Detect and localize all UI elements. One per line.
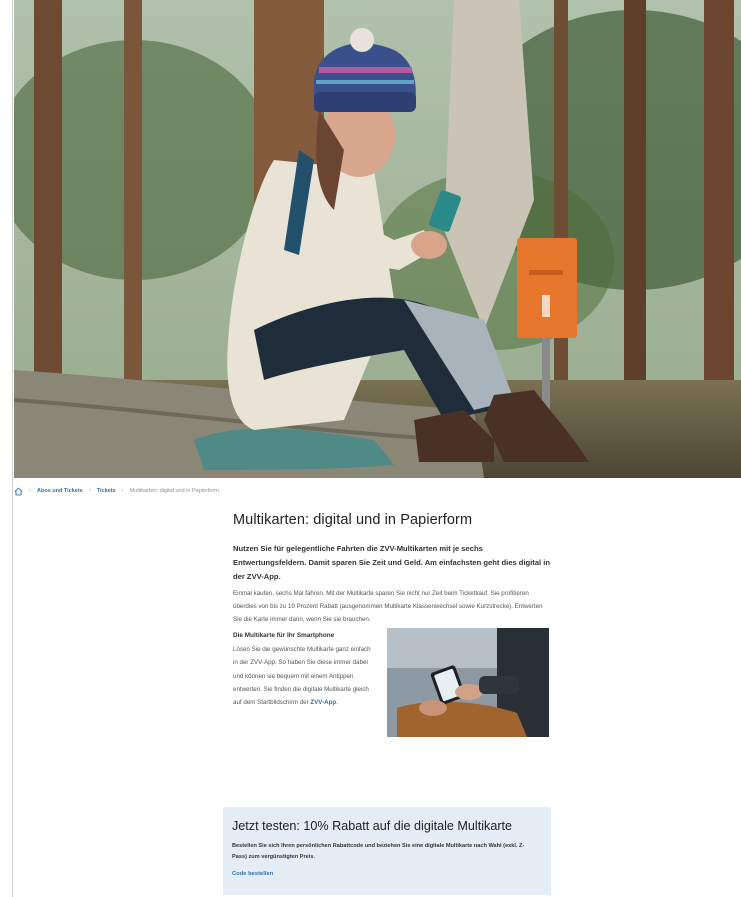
page-title: Multikarten: digital und in Papierform xyxy=(233,512,473,528)
breadcrumb: › Abos und Tickets › Tickets › Multikart… xyxy=(14,484,219,498)
smartphone-photo xyxy=(387,628,549,738)
promo-text: Bestellen Sie sich Ihren persönlichen Ra… xyxy=(232,843,525,860)
breadcrumb-separator: › xyxy=(121,488,124,494)
lead-paragraph: Nutzen Sie für gelegentliche Fahrten die… xyxy=(233,542,551,583)
promo-title: Jetzt testen: 10% Rabatt auf die digital… xyxy=(232,819,513,833)
promo-box: Jetzt testen: 10% Rabatt auf die digital… xyxy=(223,807,551,895)
smartphone-section: Lösen Sie die gewünschte Multikarte ganz… xyxy=(233,628,553,755)
lead-text: Nutzen Sie für gelegentliche Fahrten die… xyxy=(233,544,551,581)
breadcrumb-separator: › xyxy=(88,488,91,494)
smartphone-paragraph-end: . xyxy=(336,698,338,706)
article: Multikarten: digital und in Papierform N… xyxy=(233,512,553,755)
smartphone-paragraph: Lösen Sie die gewünschte Multikarte ganz… xyxy=(233,646,371,706)
breadcrumb-abos-tickets[interactable]: Abos und Tickets xyxy=(37,488,83,494)
breadcrumb-separator: › xyxy=(29,488,31,494)
order-code-link[interactable]: Code bestellen xyxy=(232,871,551,877)
breadcrumb-tickets[interactable]: Tickets xyxy=(97,488,116,494)
breadcrumb-current: Multikarten: digital und in Papierform xyxy=(129,488,219,494)
body-paragraph: Einmal kaufen, sechs Mal fahren. Mit der… xyxy=(233,590,543,623)
zvv-app-link[interactable]: ZVV-App xyxy=(310,699,336,706)
hero-image xyxy=(14,0,741,478)
smartphone-text: Lösen Sie die gewünschte Multikarte ganz… xyxy=(233,643,371,709)
home-icon[interactable] xyxy=(14,486,23,496)
